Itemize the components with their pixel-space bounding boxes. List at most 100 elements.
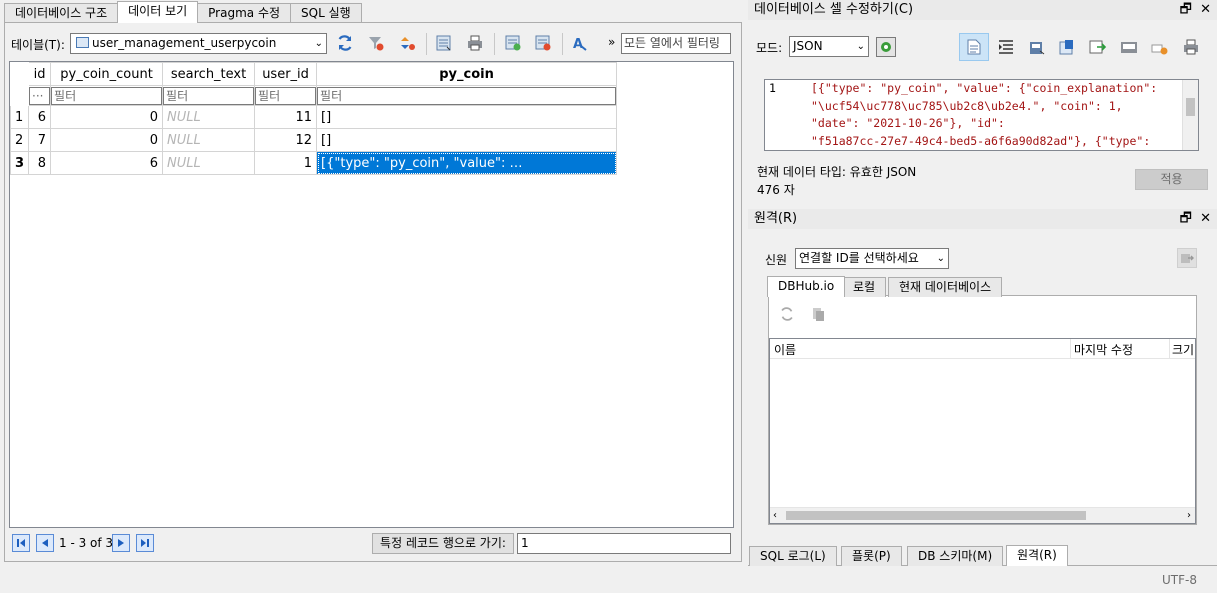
column-header-py-coin-count[interactable]: py_coin_count (50, 62, 164, 86)
import-icon[interactable] (1027, 37, 1047, 57)
clear-cell-icon[interactable] (1150, 37, 1170, 57)
corner-header[interactable] (9, 62, 30, 86)
print-icon[interactable] (465, 33, 485, 53)
apply-button[interactable]: 적용 (1135, 169, 1208, 190)
identity-select[interactable]: 연결할 ID를 선택하세요 ⌄ (795, 248, 949, 269)
clear-filters-icon[interactable] (366, 33, 386, 53)
filter-search-text[interactable]: 필터 (163, 86, 254, 105)
data-grid: id py_coin_count search_text user_id py_… (9, 61, 734, 528)
identity-label: 신원 (765, 253, 788, 267)
remote-settings-icon[interactable] (1177, 248, 1197, 268)
column-header-py-coin[interactable]: py_coin (316, 62, 618, 86)
cell-editor-textarea[interactable]: 1 [{"type": "py_coin", "value": {"coin_e… (764, 79, 1199, 151)
tab-execute-sql[interactable]: SQL 실행 (290, 3, 362, 23)
table-row[interactable]: 1 6 0 NULL 11 [] (9, 105, 618, 129)
chevron-left-icon[interactable]: ‹ (773, 508, 777, 523)
column-header-last-modified[interactable]: 마지막 수정 (1074, 341, 1133, 358)
column-header-size[interactable]: 크기 (1172, 341, 1194, 358)
last-record-button[interactable] (136, 534, 154, 552)
tab-sql-log[interactable]: SQL 로그(L) (749, 546, 837, 566)
cell-search-text[interactable]: NULL (162, 105, 256, 129)
more-toolbar-button[interactable]: » (608, 35, 615, 49)
mode-select-value: JSON (793, 39, 823, 53)
goto-record-input[interactable]: 1 (517, 533, 731, 554)
row-number[interactable]: 2 (9, 128, 30, 152)
cell-id[interactable]: 8 (28, 151, 52, 175)
tab-remote[interactable]: 원격(R) (1006, 545, 1068, 566)
indent-icon[interactable] (996, 37, 1016, 57)
toolbar-divider (562, 33, 563, 55)
find-replace-icon[interactable]: A (570, 33, 590, 53)
filter-py-coin-count[interactable]: 필터 (51, 86, 162, 105)
editor-scrollbar[interactable] (1182, 80, 1198, 150)
global-filter-input[interactable]: 모든 열에서 필터링 (621, 33, 731, 54)
previous-record-button[interactable] (36, 534, 54, 552)
next-record-button[interactable] (112, 534, 130, 552)
cell-user-id[interactable]: 12 (254, 128, 318, 152)
refresh-remote-icon[interactable] (777, 304, 797, 324)
export-icon[interactable] (1057, 37, 1077, 57)
line-number: 1 (769, 81, 776, 95)
remote-list-hscrollbar[interactable]: ‹ › (770, 507, 1195, 523)
tab-database-structure[interactable]: 데이터베이스 구조 (4, 3, 119, 23)
float-panel-icon[interactable]: 🗗 (1180, 2, 1192, 17)
tab-dbhub[interactable]: DBHub.io (767, 276, 846, 297)
first-record-button[interactable] (12, 534, 30, 552)
table-icon (76, 37, 89, 48)
table-row[interactable]: 2 7 0 NULL 12 [] (9, 128, 618, 152)
column-header-user-id[interactable]: user_id (254, 62, 318, 86)
code-line: [{"type": "py_coin", "value": {"coin_exp… (811, 81, 1158, 95)
cell-py-coin-count[interactable]: 0 (50, 128, 164, 152)
cell-search-text[interactable]: NULL (162, 151, 256, 175)
cell-py-coin-selected[interactable]: [{"type": "py_coin", "value": … (316, 151, 618, 175)
cell-search-text[interactable]: NULL (162, 128, 256, 152)
filter-py-coin[interactable]: 필터 (317, 86, 616, 105)
filter-user-id[interactable]: 필터 (255, 86, 316, 105)
close-panel-icon[interactable]: ✕ (1200, 211, 1211, 226)
delete-record-icon[interactable] (533, 33, 553, 53)
row-number[interactable]: 3 (9, 151, 30, 175)
cell-id[interactable]: 6 (28, 105, 52, 129)
table-row-selected[interactable]: 3 8 6 NULL 1 [{"type": "py_coin", "value… (9, 151, 618, 175)
cell-user-id[interactable]: 11 (254, 105, 318, 129)
chevron-right-icon[interactable]: › (1187, 508, 1191, 523)
set-as-null-icon[interactable] (1088, 37, 1108, 57)
mode-label: 모드: (756, 41, 783, 55)
column-header-name[interactable]: 이름 (774, 341, 796, 358)
tab-current-database[interactable]: 현재 데이터베이스 (888, 277, 1003, 297)
print-cell-icon[interactable] (1181, 37, 1201, 57)
close-panel-icon[interactable]: ✕ (1200, 2, 1211, 17)
row-number[interactable]: 1 (9, 105, 30, 129)
table-select[interactable]: user_management_userpycoin ⌄ (70, 33, 327, 54)
filter-id[interactable]: ··· (29, 86, 50, 105)
tab-edit-pragmas[interactable]: Pragma 수정 (197, 3, 292, 23)
cell-py-coin[interactable]: [] (316, 105, 618, 129)
word-wrap-icon[interactable] (959, 33, 989, 61)
toolbar-divider (426, 33, 427, 55)
tab-local[interactable]: 로컬 (842, 277, 887, 297)
auto-format-icon[interactable] (876, 37, 896, 57)
remote-scroll-thumb[interactable] (786, 511, 1086, 520)
column-header-id[interactable]: id (28, 62, 52, 86)
data-type-label: 현재 데이터 타입: 유효한 JSON (757, 165, 917, 179)
tab-browse-data[interactable]: 데이터 보기 (117, 1, 199, 23)
cell-py-coin-count[interactable]: 0 (50, 105, 164, 129)
cell-id[interactable]: 7 (28, 128, 52, 152)
save-table-as-icon[interactable] (434, 33, 454, 53)
editor-scroll-thumb[interactable] (1186, 98, 1195, 116)
cell-py-coin-count[interactable]: 6 (50, 151, 164, 175)
goto-record-button[interactable]: 특정 레코드 행으로 가기: (372, 533, 514, 554)
tab-plot[interactable]: 플롯(P) (841, 546, 902, 566)
column-header-search-text[interactable]: search_text (162, 62, 256, 86)
tab-db-schema[interactable]: DB 스키마(M) (907, 546, 1004, 566)
clone-database-icon[interactable] (808, 304, 828, 324)
clear-sorting-icon[interactable] (398, 33, 418, 53)
cell-user-id[interactable]: 1 (254, 151, 318, 175)
remote-panel-title: 원격(R) (754, 211, 798, 226)
refresh-icon[interactable] (335, 33, 355, 53)
mode-select[interactable]: JSON ⌄ (789, 36, 869, 57)
float-panel-icon[interactable]: 🗗 (1180, 211, 1192, 226)
cell-py-coin[interactable]: [] (316, 128, 618, 152)
insert-record-icon[interactable] (503, 33, 523, 53)
open-in-editor-icon[interactable] (1119, 37, 1139, 57)
